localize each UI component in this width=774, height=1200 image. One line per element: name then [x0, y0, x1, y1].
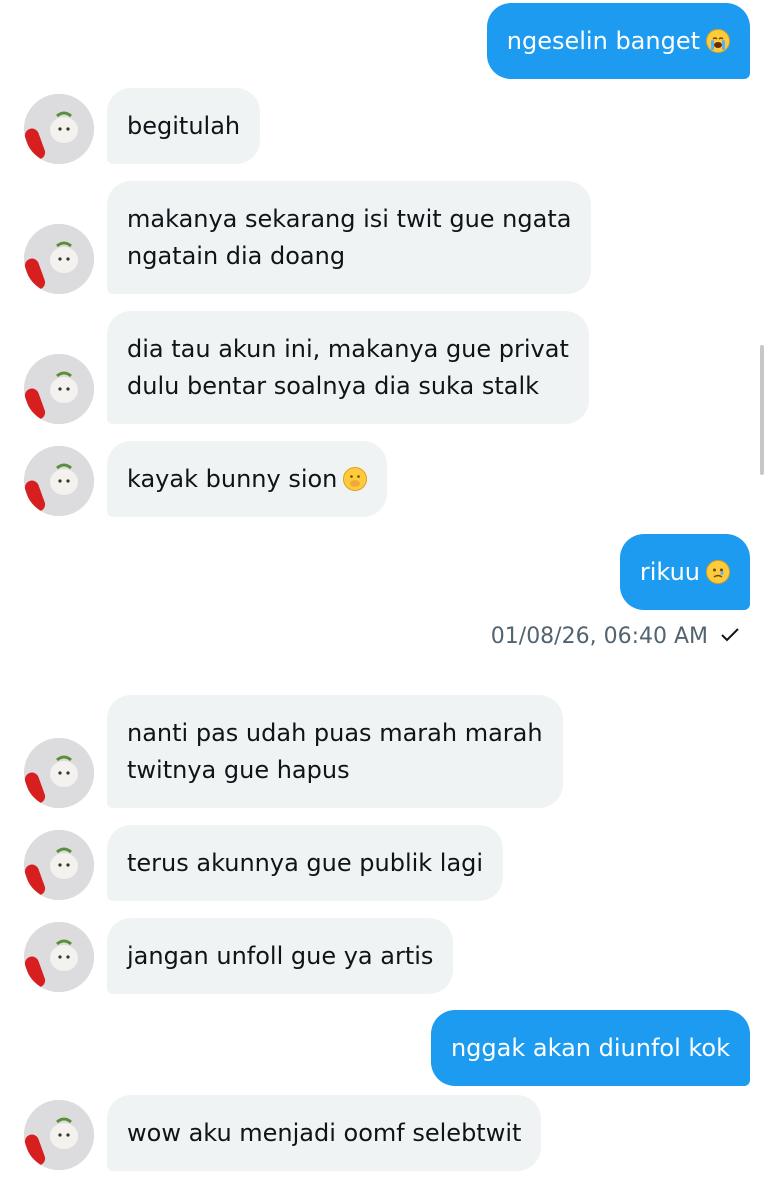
message-text: begitulah — [127, 112, 241, 140]
avatar[interactable] — [24, 738, 94, 808]
sent-message[interactable]: rikuu — [619, 534, 750, 610]
avatar[interactable] — [24, 224, 94, 294]
avatar[interactable] — [24, 922, 94, 992]
sent-message[interactable]: ngeselin banget — [486, 3, 750, 79]
message-text-line: ngatain dia doang — [127, 242, 346, 270]
loudly-crying-face-icon — [706, 29, 730, 53]
message-text-line: makanya sekarang isi twit gue ngata — [127, 205, 572, 233]
received-message[interactable]: nanti pas udah puas marah marah twitnya … — [107, 695, 563, 808]
check-icon — [720, 622, 740, 652]
dm-conversation: ngeselin banget begitulah makanya sekara… — [0, 0, 774, 1200]
message-text-line: nanti pas udah puas marah marah — [127, 719, 543, 747]
received-message[interactable]: jangan unfoll gue ya artis — [107, 918, 454, 994]
message-text: ngeselin banget — [506, 27, 700, 55]
avatar[interactable] — [24, 354, 94, 424]
sent-message[interactable]: nggak akan diunfol kok — [430, 1010, 750, 1086]
avatar[interactable] — [24, 446, 94, 516]
avatar[interactable] — [24, 830, 94, 900]
message-text: terus akunnya gue publik lagi — [127, 849, 484, 877]
message-text: wow aku menjadi oomf selebtwit — [127, 1119, 522, 1147]
message-timestamp: 01/08/26, 06:40 AM — [491, 622, 740, 652]
message-text-line: dia tau akun ini, makanya gue privat — [127, 335, 569, 363]
face-holding-back-tears-icon — [706, 560, 730, 584]
scrollbar[interactable] — [760, 345, 764, 475]
face-with-hand-over-mouth-icon — [343, 467, 368, 491]
avatar[interactable] — [24, 1100, 94, 1170]
message-text: kayak bunny sion — [127, 465, 338, 493]
message-text: jangan unfoll gue ya artis — [127, 942, 434, 970]
message-text: nggak akan diunfol kok — [450, 1034, 730, 1062]
received-message[interactable]: makanya sekarang isi twit gue ngata ngat… — [107, 181, 592, 294]
message-text: rikuu — [639, 558, 700, 586]
received-message[interactable]: dia tau akun ini, makanya gue privat dul… — [107, 311, 589, 424]
received-message[interactable]: kayak bunny sion — [107, 441, 388, 517]
timestamp-text: 01/08/26, 06:40 AM — [490, 624, 708, 649]
received-message[interactable]: terus akunnya gue publik lagi — [107, 825, 504, 901]
received-message[interactable]: begitulah — [107, 88, 261, 164]
message-text-line: twitnya gue hapus — [127, 756, 350, 784]
message-text-line: dulu bentar soalnya dia suka stalk — [127, 372, 540, 400]
received-message[interactable]: wow aku menjadi oomf selebtwit — [107, 1095, 542, 1171]
avatar[interactable] — [24, 94, 94, 164]
